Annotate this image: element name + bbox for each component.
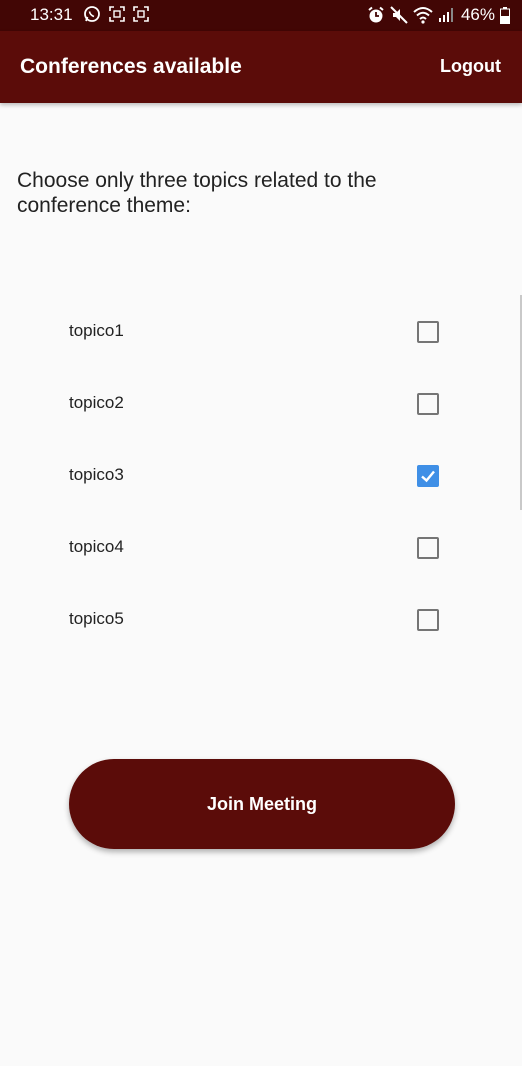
join-meeting-button[interactable]: Join Meeting: [69, 759, 455, 849]
check-icon: [421, 470, 435, 483]
alarm-icon: [368, 6, 384, 23]
status-bar: 13:31 46%: [0, 0, 522, 31]
instruction-text: Choose only three topics related to the …: [17, 169, 377, 217]
status-time: 13:31: [30, 5, 73, 24]
mute-icon: [390, 6, 408, 24]
topic-checkbox[interactable]: [417, 537, 439, 559]
topic-row[interactable]: topico2: [0, 368, 522, 440]
whatsapp-icon: [84, 6, 100, 22]
topic-label: topico3: [69, 465, 124, 484]
topic-label: topico5: [69, 609, 124, 628]
screenshot-icon: [109, 6, 125, 22]
topic-checkbox[interactable]: [417, 465, 439, 487]
topic-row[interactable]: topico5: [0, 584, 522, 656]
app-title: Conferences available: [20, 55, 242, 78]
topic-checkbox[interactable]: [417, 609, 439, 631]
screenshot-icon: [133, 6, 149, 22]
topic-row[interactable]: topico3: [0, 440, 522, 512]
topic-label: topico1: [69, 321, 124, 340]
battery-percent: 46%: [460, 5, 495, 24]
logout-button[interactable]: Logout: [440, 56, 501, 77]
topic-checkbox[interactable]: [417, 393, 439, 415]
topic-row[interactable]: topico4: [0, 512, 522, 584]
signal-icon: [438, 8, 453, 22]
status-right-icons: 46%: [367, 5, 510, 25]
status-left-icons: [83, 5, 149, 23]
topic-label: topico2: [69, 393, 124, 412]
wifi-icon: [413, 7, 433, 24]
topic-checkbox[interactable]: [417, 321, 439, 343]
app-bar: Conferences available Logout: [0, 31, 522, 103]
topic-row[interactable]: topico1: [0, 296, 522, 368]
topic-label: topico4: [69, 537, 124, 556]
battery-icon: [500, 6, 510, 24]
